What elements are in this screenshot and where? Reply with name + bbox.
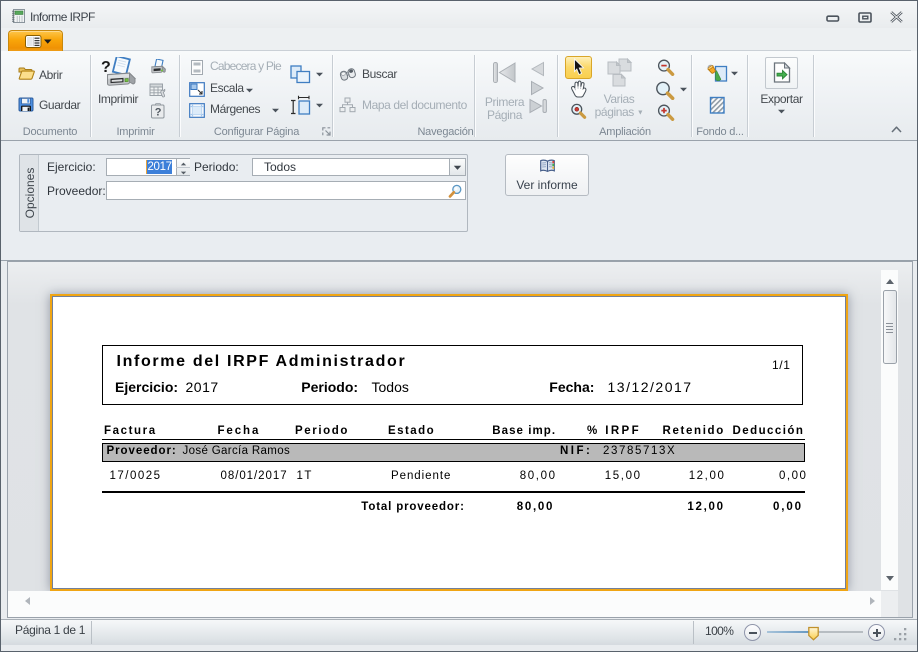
svg-text:?: ? (101, 59, 111, 76)
svg-text:?: ? (155, 107, 162, 119)
